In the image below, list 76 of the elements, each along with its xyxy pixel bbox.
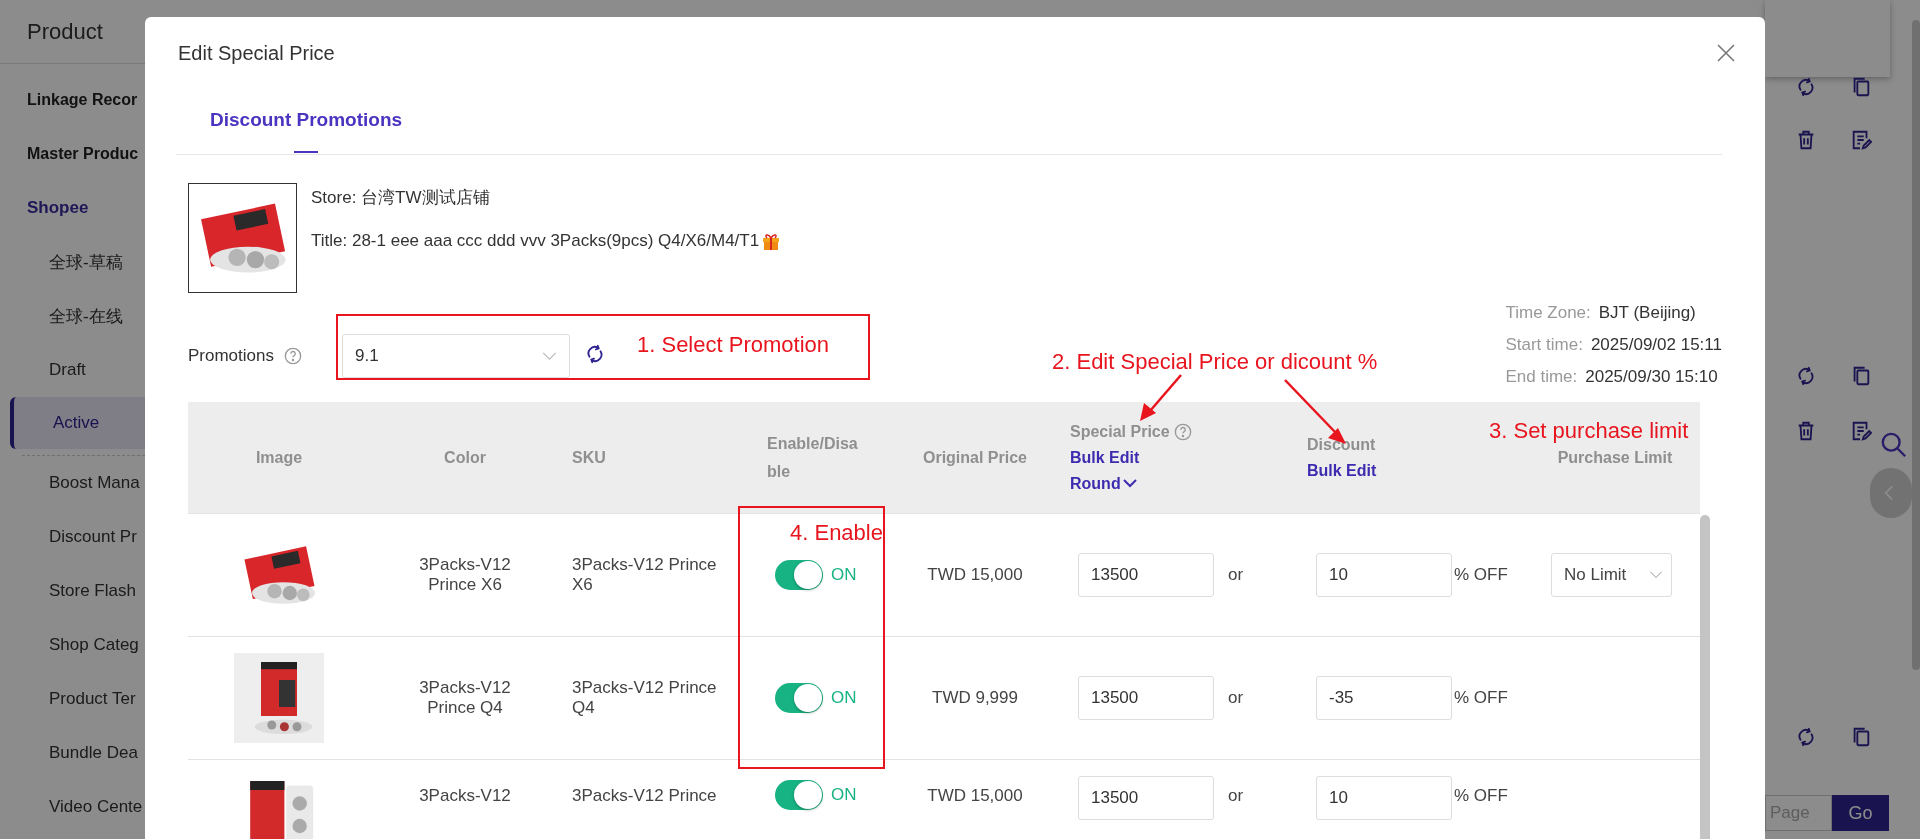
sidebar-item[interactable]: Shop Categ [0,618,145,672]
scrollbar[interactable] [1912,20,1920,670]
table-cell-text: 3Packs-V12 Prince Q4 [572,678,718,718]
table-cell: TWD 15,000 [927,786,1023,806]
table-cell: or [1228,688,1244,708]
bulk-edit-link[interactable]: Bulk Edit [1307,461,1377,480]
table-cell-text: 3Packs-V12 Prince X6 [572,555,718,595]
column-header: SKU [572,448,606,467]
close-icon[interactable] [1716,43,1736,63]
promotions-label: Promotions [188,346,274,366]
store-name: Store: 台湾TW测试店铺 [311,187,491,209]
column-header: Original Price [922,448,1027,467]
schedule-label: End time: [1505,367,1578,387]
schedule-value: 2025/09/02 15:11 [1590,335,1722,355]
annotation-arrow [1140,374,1182,421]
help-icon[interactable] [284,347,302,365]
gift-icon [761,231,782,251]
table-cell-text: 3Packs-V12 Prince Q4 [418,678,512,718]
special-price-input[interactable]: 13500 [1078,776,1214,820]
table-cell: or [1228,565,1244,585]
dialog-title: Edit Special Price [178,41,335,65]
sidebar-item[interactable]: 全球-在线 [0,289,145,343]
table-cell: TWD 9,999 [932,688,1018,708]
sidebar-item[interactable]: Draft [0,343,145,397]
table-cell: 3Packs-V12 [419,786,511,806]
schedule-label: Start time: [1505,335,1583,355]
column-header: Color [444,448,486,467]
sidebar-item[interactable]: 全球-草稿 [0,235,145,289]
sidebar-item[interactable]: Product Ter [0,672,145,726]
schedule-value: BJT (Beijing) [1598,303,1696,323]
edit-note-icon[interactable] [1850,129,1872,151]
column-header: Enable/Disable [767,434,859,482]
annotation-text: 4. Enable [790,520,883,546]
sidebar-item[interactable]: Active [10,397,145,449]
search-icon[interactable] [1880,431,1908,459]
product-title: Title: 28-1 eee aaa ccc ddd vvv 3Packs(9pcs) Q4/X6/M4/T1 [311,231,760,251]
purchase-limit-select[interactable]: No Limit [1551,553,1672,597]
sidebar-item[interactable]: Store Flash [0,564,145,618]
table-cell: 3Packs-V12 Prince [572,786,717,806]
column-header: Special Price [1070,422,1170,441]
caret-icon [1122,479,1137,488]
go-button[interactable]: Go [1832,795,1889,831]
bulk-edit-link[interactable]: Bulk Edit [1070,448,1140,467]
table-cell: or [1228,786,1244,806]
caret-icon [1649,571,1663,579]
sidebar-item[interactable]: Shopee [0,181,145,235]
column-header: Image [255,448,303,467]
table-cell: % OFF [1454,688,1508,708]
discount-input[interactable]: 10 [1316,553,1452,597]
special-price-input[interactable]: 13500 [1078,676,1214,720]
annotation-text: 2. Edit Special Price or dicount % [1052,349,1378,375]
schedule-label: Time Zone: [1505,303,1591,323]
table-cell: % OFF [1454,565,1508,585]
round-dropdown[interactable]: Round [1070,474,1137,493]
discount-input[interactable]: -35 [1316,676,1452,720]
tab[interactable]: Discount Promotions [210,89,403,154]
caret-icon [542,351,557,361]
edit-note-icon[interactable] [1850,420,1872,442]
sidebar-item[interactable]: Bundle Dea [0,726,145,780]
table-cell-text: 3Packs-V12 Prince X6 [418,555,512,595]
sidebar-item[interactable]: Linkage Recor [0,73,145,127]
table-cell: % OFF [1454,786,1508,806]
sidebar-item[interactable]: Master Produc [0,127,145,181]
sidebar-item[interactable]: Discount Pr [0,510,145,564]
column-header: Discount [1307,435,1376,454]
special-price-input[interactable]: 13500 [1078,553,1214,597]
sidebar-item[interactable]: Boost Mana [0,456,145,510]
annotation-text: 1. Select Promotion [637,332,829,358]
column-header: Purchase Limit [1557,448,1673,467]
discount-input[interactable]: 10 [1316,776,1452,820]
table-cell: TWD 15,000 [927,565,1023,585]
chevron-left-icon [1884,484,1894,502]
sidebar-item[interactable]: Video Cente [0,780,145,834]
promotion-select[interactable]: 9.1 [342,334,570,378]
schedule-value: 2025/09/30 15:10 [1585,367,1718,387]
annotation-text: 3. Set purchase limit [1489,418,1689,444]
